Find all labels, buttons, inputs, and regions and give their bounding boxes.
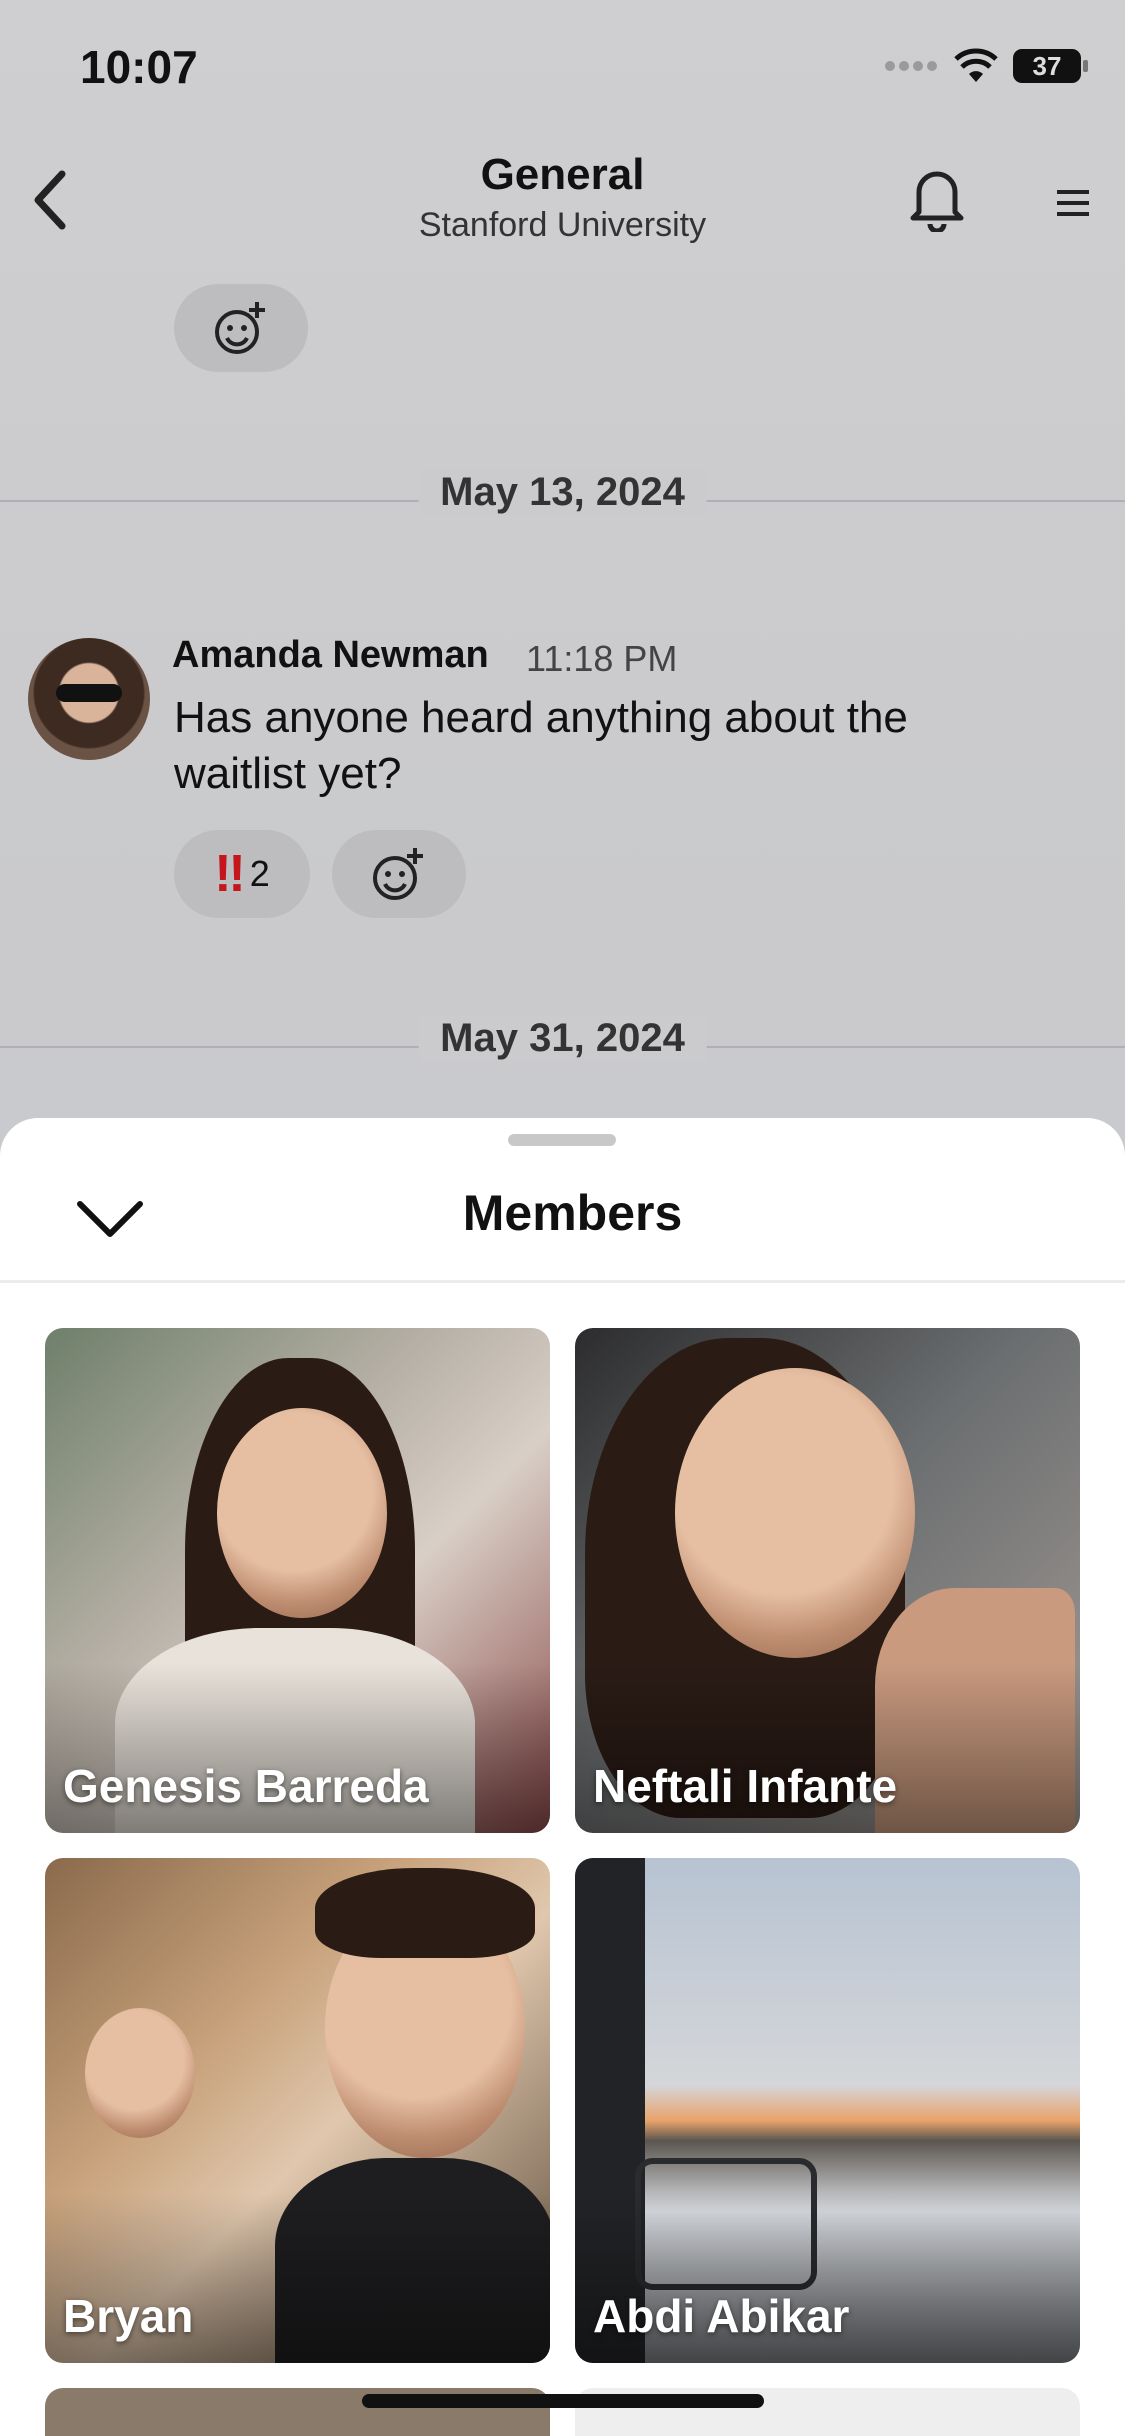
message-author[interactable]: Amanda Newman	[172, 634, 489, 677]
sheet-grabber[interactable]	[508, 1134, 616, 1146]
member-card[interactable]: Genesis Barreda	[45, 1328, 550, 1833]
wifi-icon	[954, 48, 998, 82]
hamburger-icon[interactable]	[1055, 188, 1091, 218]
battery-level: 37	[1032, 50, 1062, 81]
home-indicator[interactable]	[362, 2394, 764, 2408]
date-separator: May 13, 2024	[0, 470, 1125, 530]
date-separator: May 31, 2024	[0, 1016, 1125, 1076]
message-text: Has anyone heard anything about the wait…	[174, 693, 908, 798]
add-reaction-button[interactable]	[174, 284, 308, 372]
double-exclamation-icon: ‼	[214, 845, 246, 903]
member-name: Neftali Infante	[593, 1760, 898, 1812]
smiley-plus-icon	[215, 302, 265, 354]
bell-icon[interactable]	[905, 162, 969, 232]
battery-icon: 37	[1013, 49, 1088, 83]
member-name: Abdi Abikar	[593, 2290, 850, 2342]
chat-screen: 10:07 37 General Stanford University May…	[0, 0, 1125, 1150]
member-name: Genesis Barreda	[63, 1760, 429, 1812]
status-icons: 37	[885, 48, 1088, 84]
chat-header: General Stanford University	[0, 140, 1125, 260]
date-label: May 31, 2024	[418, 1016, 707, 1061]
member-card[interactable]: Neftali Infante	[575, 1328, 1080, 1833]
member-card[interactable]: Abdi Abikar	[575, 1858, 1080, 2363]
add-reaction-button[interactable]	[332, 830, 466, 918]
reaction-count: 2	[249, 853, 270, 894]
avatar[interactable]	[28, 638, 150, 760]
reaction-chip[interactable]: ‼ 2	[174, 830, 310, 918]
message-time: 11:18 PM	[526, 638, 678, 679]
signal-icon	[885, 61, 939, 71]
date-label: May 13, 2024	[418, 470, 707, 515]
member-name: Bryan	[63, 2290, 194, 2342]
divider	[0, 1280, 1125, 1283]
member-card[interactable]: Bryan	[45, 1858, 550, 2363]
status-time: 10:07	[80, 41, 198, 93]
members-sheet: Members Genesis Barreda Neftali Infante …	[0, 1118, 1125, 2436]
sheet-title: Members	[462, 1185, 683, 1241]
smiley-plus-icon	[373, 848, 423, 900]
